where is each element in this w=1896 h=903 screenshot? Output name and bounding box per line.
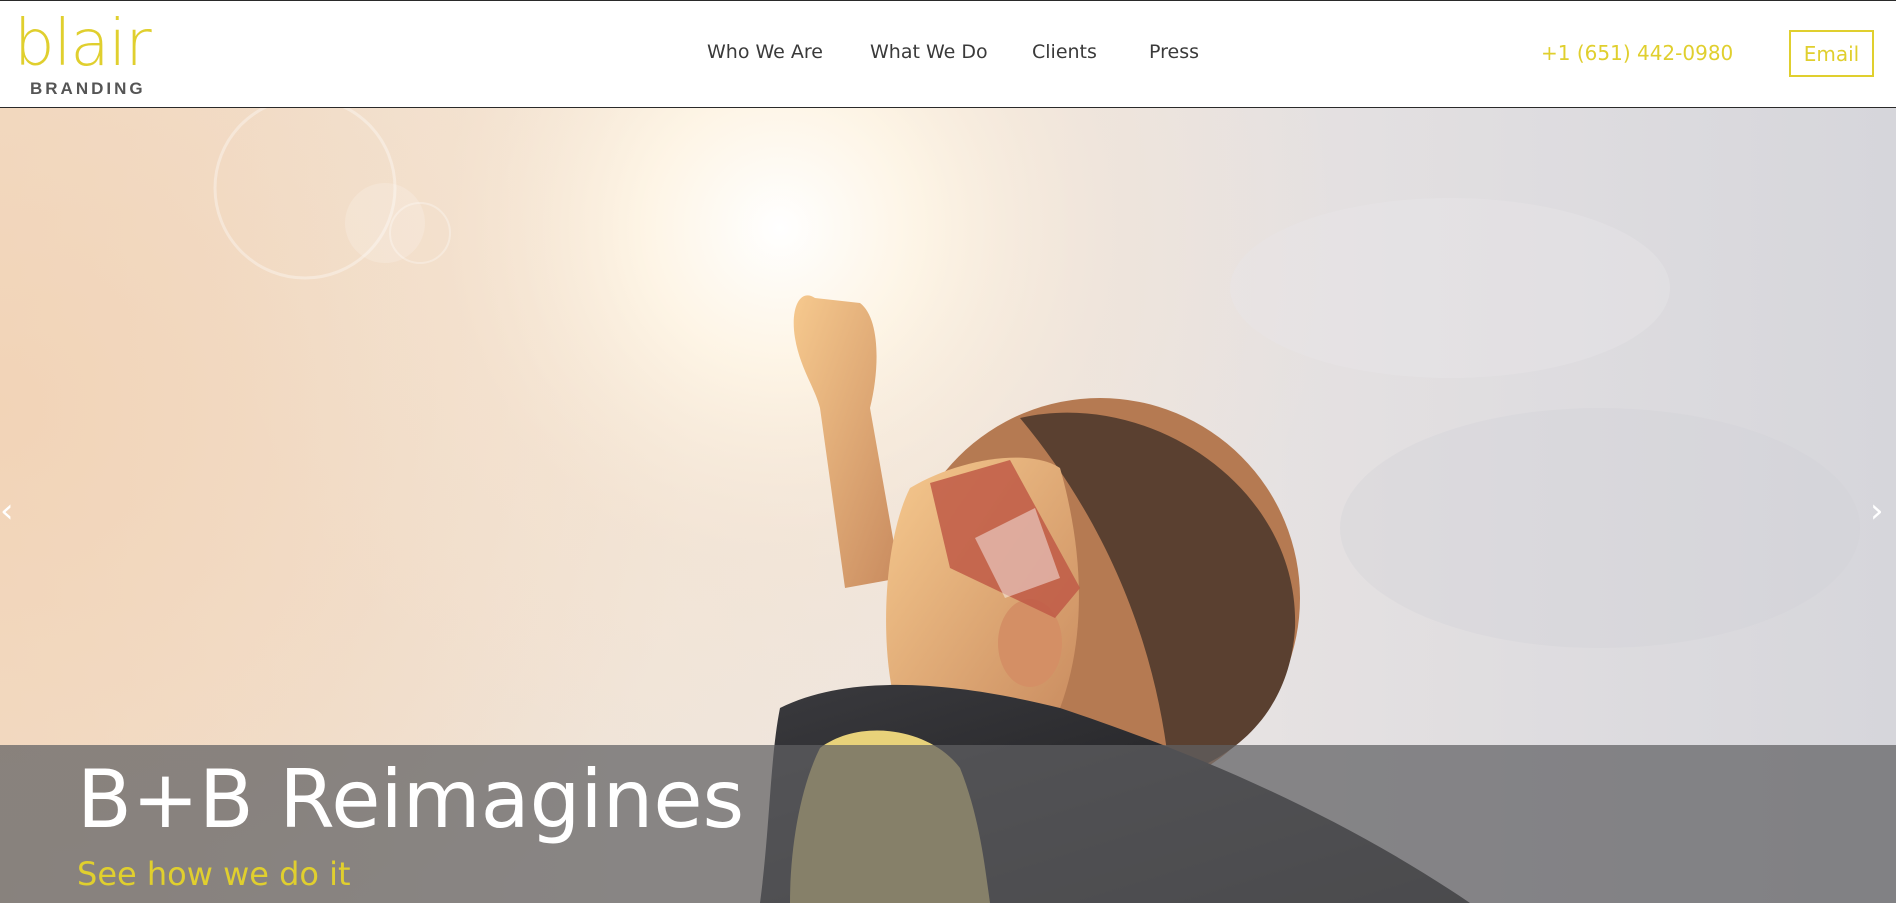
chevron-right-icon[interactable]: › (1870, 494, 1884, 528)
brand-logo[interactable]: blair BRANDING (14, 7, 174, 101)
hero-caption: B+B Reimagines See how we do it (0, 745, 1896, 903)
logo-subtitle: BRANDING (30, 79, 146, 98)
phone-link[interactable]: +1 (651) 442-0980 (1541, 41, 1733, 65)
hero-cta-link[interactable]: See how we do it (77, 855, 351, 893)
nav-item-clients[interactable]: Clients (1032, 41, 1097, 63)
nav-item-press[interactable]: Press (1149, 41, 1199, 63)
site-header: blair BRANDING Who We Are What We Do Cli… (0, 0, 1896, 108)
hero-title: B+B Reimagines (77, 753, 745, 846)
nav-item-who-we-are[interactable]: Who We Are (707, 41, 823, 63)
nav-item-what-we-do[interactable]: What We Do (870, 41, 988, 63)
email-button[interactable]: Email (1789, 30, 1874, 77)
logo-wordmark: blair (14, 7, 152, 81)
chevron-left-icon[interactable]: ‹ (0, 494, 14, 528)
hero-slider: ‹ › B+B Reimagines See how we do it (0, 108, 1896, 903)
